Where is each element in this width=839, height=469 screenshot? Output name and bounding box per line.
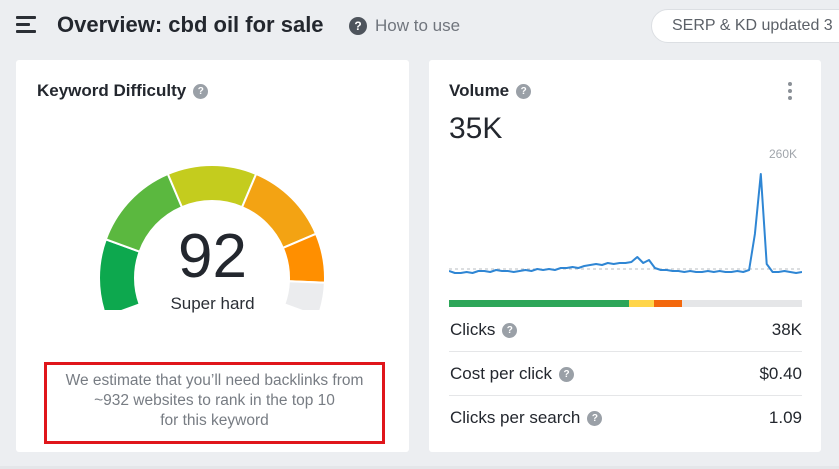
estimate-line-2: ~932 websites to rank in the top 10 <box>94 392 335 409</box>
how-to-use-label: How to use <box>375 16 461 35</box>
clicks-help-icon[interactable]: ? <box>502 322 518 338</box>
keyword-difficulty-title: Keyword Difficulty ? <box>37 81 209 101</box>
estimate-line-3: for this keyword <box>160 412 269 429</box>
keyword-difficulty-help-icon[interactable]: ? <box>193 83 209 99</box>
how-to-use-link[interactable]: ? How to use <box>349 15 460 37</box>
metric-row-clicks-per-search: Clicks per search ? 1.09 <box>449 396 802 440</box>
page-title: Overview: cbd oil for sale <box>57 12 324 37</box>
keyword-difficulty-title-text: Keyword Difficulty <box>37 81 187 100</box>
metric-row-clicks: Clicks ? 38K <box>449 308 802 352</box>
backlinks-estimate: We estimate that you’ll need backlinks f… <box>44 362 385 444</box>
question-icon: ? <box>349 17 367 35</box>
gauge-segment-3 <box>166 164 258 209</box>
cpc-label: Cost per click <box>450 364 553 383</box>
clicks-label: Clicks <box>450 320 496 339</box>
intent-segment-green <box>449 300 629 307</box>
difficulty-score: 92 <box>178 222 247 291</box>
cpc-value: $0.40 <box>759 364 802 383</box>
intent-bar <box>449 300 802 307</box>
clicks-value: 38K <box>771 320 802 339</box>
difficulty-label: Super hard <box>170 294 255 313</box>
chart-max-label: 260K <box>769 147 798 161</box>
intent-segment-orange <box>654 300 682 307</box>
volume-trend-line <box>449 173 802 274</box>
more-options-icon[interactable] <box>787 82 793 102</box>
cps-label: Clicks per search <box>450 408 581 427</box>
cps-value: 1.09 <box>768 408 802 427</box>
metric-label-cpc: Cost per click ? <box>450 364 575 384</box>
volume-trend-chart <box>449 173 802 274</box>
top-bar: Overview: cbd oil for sale ? How to use … <box>0 0 839 52</box>
metric-row-cpc: Cost per click ? $0.40 <box>449 352 802 396</box>
metric-label-clicks: Clicks ? <box>450 320 518 340</box>
volume-help-icon[interactable]: ? <box>516 83 532 99</box>
keyword-difficulty-card: Keyword Difficulty ? 92 Super hard We es… <box>16 60 409 452</box>
volume-card: Volume ? 35K 260K Clicks ? 38K Cost per … <box>429 60 821 452</box>
cps-help-icon[interactable]: ? <box>587 410 603 426</box>
estimate-line-1: We estimate that you’ll need backlinks f… <box>65 372 364 389</box>
metric-label-cps: Clicks per search ? <box>450 408 603 428</box>
volume-title-text: Volume <box>449 81 510 100</box>
serp-update-status[interactable]: SERP & KD updated 3 <box>651 9 839 43</box>
volume-title: Volume ? <box>449 81 532 101</box>
intent-segment-yellow <box>629 300 654 307</box>
hamburger-menu-icon[interactable] <box>16 16 36 34</box>
cpc-help-icon[interactable]: ? <box>559 366 575 382</box>
search-volume: 35K <box>449 112 503 145</box>
